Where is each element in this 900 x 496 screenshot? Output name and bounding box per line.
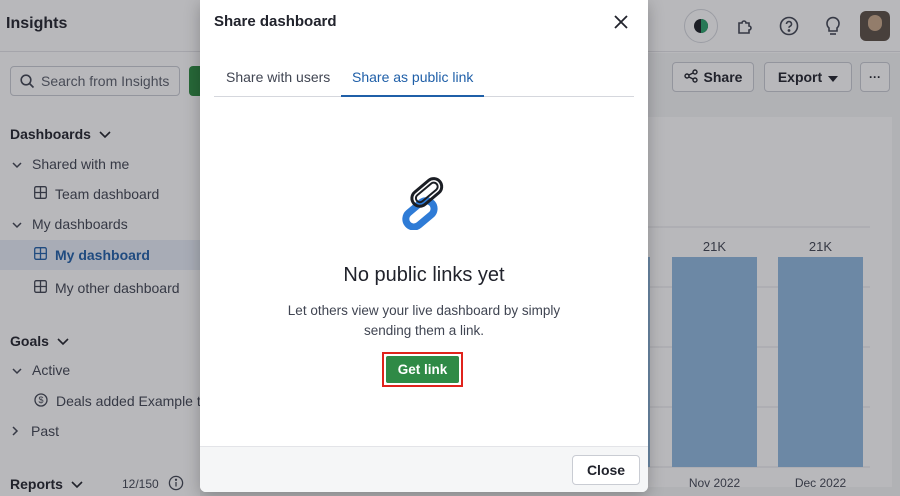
modal-footer: Close xyxy=(200,446,648,492)
chain-link-icon xyxy=(390,170,458,235)
close-icon[interactable] xyxy=(612,13,630,31)
empty-state-description: Let others view your live dashboard by s… xyxy=(287,303,561,338)
tab-share-with-users[interactable]: Share with users xyxy=(226,60,330,97)
share-dashboard-modal: Share dashboard Share with users Share a… xyxy=(200,0,648,492)
get-link-highlight: Get link xyxy=(382,352,463,387)
get-link-button[interactable]: Get link xyxy=(386,356,459,383)
tab-share-as-public-link[interactable]: Share as public link xyxy=(341,60,485,97)
modal-title: Share dashboard xyxy=(214,13,337,30)
empty-state-title: No public links yet xyxy=(343,264,505,286)
close-button[interactable]: Close xyxy=(572,455,640,485)
share-tabs: Share with users Share as public link xyxy=(214,60,634,97)
